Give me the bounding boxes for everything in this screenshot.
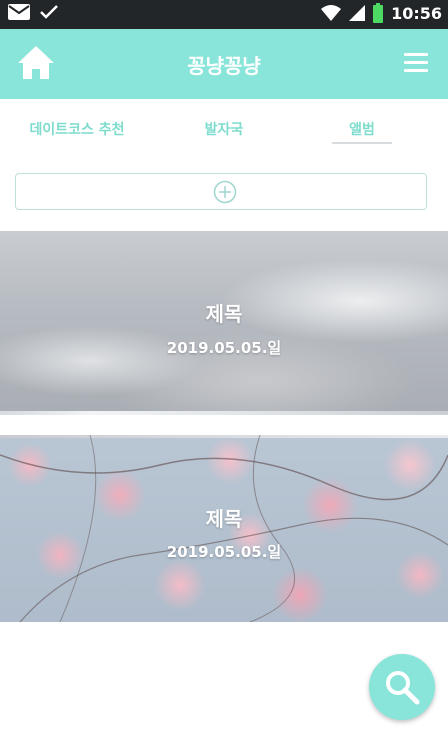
add-album-button[interactable]: [15, 173, 427, 210]
check-icon: [40, 5, 58, 19]
active-tab-indicator: [332, 142, 392, 144]
search-icon: [386, 671, 420, 705]
menu-button[interactable]: [404, 53, 428, 73]
app-bar: 꽁냥꽁냥: [0, 29, 448, 99]
signal-icon: [349, 5, 366, 21]
app-title: 꽁냥꽁냥: [187, 54, 261, 78]
album-title: 제목: [205, 507, 243, 531]
hamburger-menu-icon: [404, 53, 428, 56]
search-button[interactable]: [369, 654, 435, 720]
tab-album[interactable]: 앨범: [332, 119, 392, 139]
wifi-icon: [321, 5, 342, 21]
album-date: 2019.05.05.일: [166, 543, 282, 561]
plus-circle-icon: [213, 180, 237, 204]
status-bar: 10:56: [0, 0, 448, 29]
tab-date-course[interactable]: 데이트코스 추천: [22, 119, 132, 139]
tab-footprints[interactable]: 발자국: [186, 119, 262, 139]
status-notifications: [8, 4, 58, 20]
tab-bar: 데이트코스 추천 발자국 앨범: [0, 99, 448, 153]
status-time: 10:56: [391, 3, 442, 23]
mail-icon: [8, 4, 30, 20]
album-card[interactable]: 제목 2019.05.05.일: [0, 231, 448, 415]
album-date: 2019.05.05.일: [166, 339, 282, 357]
battery-icon: [373, 3, 384, 23]
album-title: 제목: [205, 302, 243, 326]
album-card[interactable]: 제목 2019.05.05.일: [0, 435, 448, 622]
status-system: 10:56: [321, 3, 442, 23]
